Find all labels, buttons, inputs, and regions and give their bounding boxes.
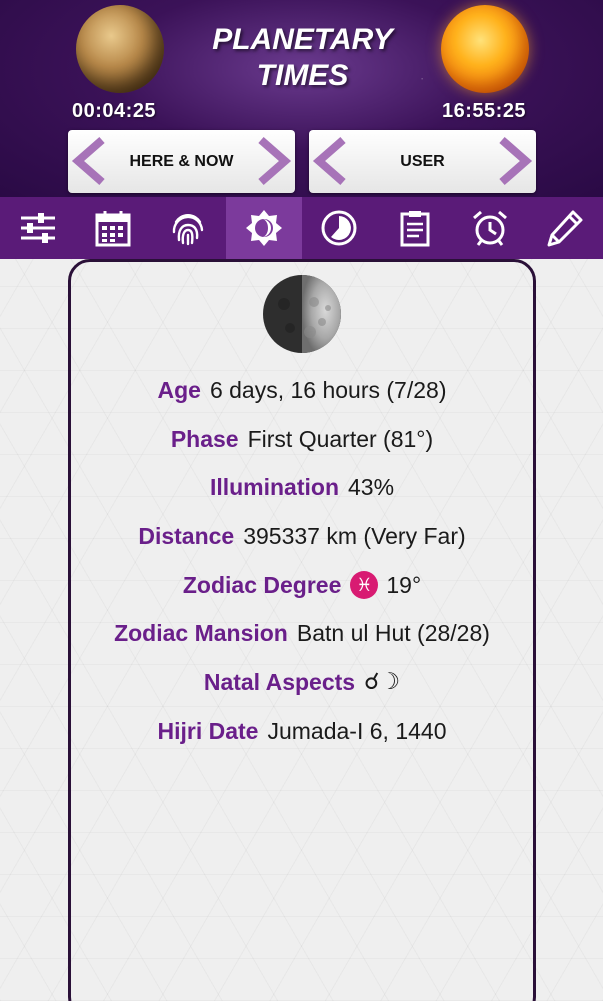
main-toolbar [0, 197, 603, 259]
zodiac-mansion-value: Batn ul Hut (28/28) [296, 620, 490, 647]
venus-planet-image[interactable] [76, 5, 164, 93]
natal-aspects-value: ☌☽ [364, 669, 401, 696]
moon-distance-row: Distance 395337 km (Very Far) [68, 512, 536, 561]
zodiac-degree-value: 19° [386, 571, 422, 598]
tab-hours[interactable] [302, 197, 377, 259]
hijri-date-value: Jumada-I 6, 1440 [267, 717, 447, 744]
tab-edit[interactable] [528, 197, 603, 259]
sun-planet-image[interactable] [441, 5, 529, 93]
tab-notes[interactable] [377, 197, 452, 259]
location-next-button[interactable] [253, 136, 293, 186]
moon-phase-image [262, 274, 342, 354]
user-label[interactable]: USER [349, 130, 496, 193]
clipboard-icon [400, 211, 430, 247]
hijri-date-row: Hijri Date Jumada-I 6, 1440 [68, 707, 536, 756]
moon-age-value: 6 days, 16 hours (7/28) [209, 376, 447, 403]
zodiac-mansion-label: Zodiac Mansion [114, 620, 288, 647]
location-switcher: HERE & NOW [68, 130, 295, 193]
moon-age-label: Age [157, 376, 201, 403]
moon-distance-value: 395337 km (Very Far) [243, 522, 466, 549]
moon-phase-value: First Quarter (81°) [247, 425, 434, 452]
moon-phase-icon [245, 210, 282, 246]
user-switcher: USER [309, 130, 536, 193]
right-planet-time: 16:55:25 [442, 100, 527, 122]
natal-aspects-row: Natal Aspects ☌☽ [68, 658, 536, 707]
alarm-clock-icon [472, 210, 507, 246]
location-label[interactable]: HERE & NOW [108, 130, 255, 193]
zodiac-degree-row: Zodiac Degree ♓ 19° [68, 561, 536, 610]
app-title-line2: TIMES [256, 59, 349, 92]
tab-alarms[interactable] [452, 197, 527, 259]
natal-aspects-label: Natal Aspects [203, 668, 356, 695]
moon-illumination-row: Illumination 43% [68, 463, 536, 512]
user-prev-button[interactable] [311, 136, 351, 186]
chevron-right-icon [258, 136, 292, 186]
app-title: PLANETARY TIMES [180, 22, 425, 94]
location-prev-button[interactable] [70, 136, 110, 186]
left-planet-time: 00:04:25 [72, 100, 157, 122]
tab-moon[interactable] [226, 197, 302, 259]
fingerprint-icon [173, 214, 204, 246]
hijri-date-label: Hijri Date [157, 717, 259, 744]
chevron-right-icon [499, 136, 533, 186]
moon-phase-row: Phase First Quarter (81°) [68, 415, 536, 464]
moon-distance-label: Distance [138, 522, 235, 549]
tab-calendar[interactable] [75, 197, 150, 259]
pisces-icon: ♓ [350, 571, 379, 600]
zodiac-degree-label: Zodiac Degree [182, 571, 342, 598]
chevron-left-icon [312, 136, 346, 186]
zodiac-mansion-row: Zodiac Mansion Batn ul Hut (28/28) [68, 609, 536, 658]
calendar-icon [95, 211, 131, 247]
chevron-left-icon [71, 136, 105, 186]
sliders-icon [20, 213, 55, 243]
clock-icon [321, 210, 357, 246]
tab-settings[interactable] [0, 197, 75, 259]
moon-illumination-label: Illumination [209, 474, 339, 501]
tab-identity[interactable] [151, 197, 226, 259]
app-title-line1: PLANETARY [212, 23, 393, 56]
moon-details: Age 6 days, 16 hours (7/28) Phase First … [68, 366, 536, 756]
pencil-icon [547, 210, 583, 247]
moon-illumination-value: 43% [348, 474, 395, 501]
user-next-button[interactable] [494, 136, 534, 186]
moon-phase-label: Phase [170, 425, 239, 452]
moon-age-row: Age 6 days, 16 hours (7/28) [68, 366, 536, 415]
